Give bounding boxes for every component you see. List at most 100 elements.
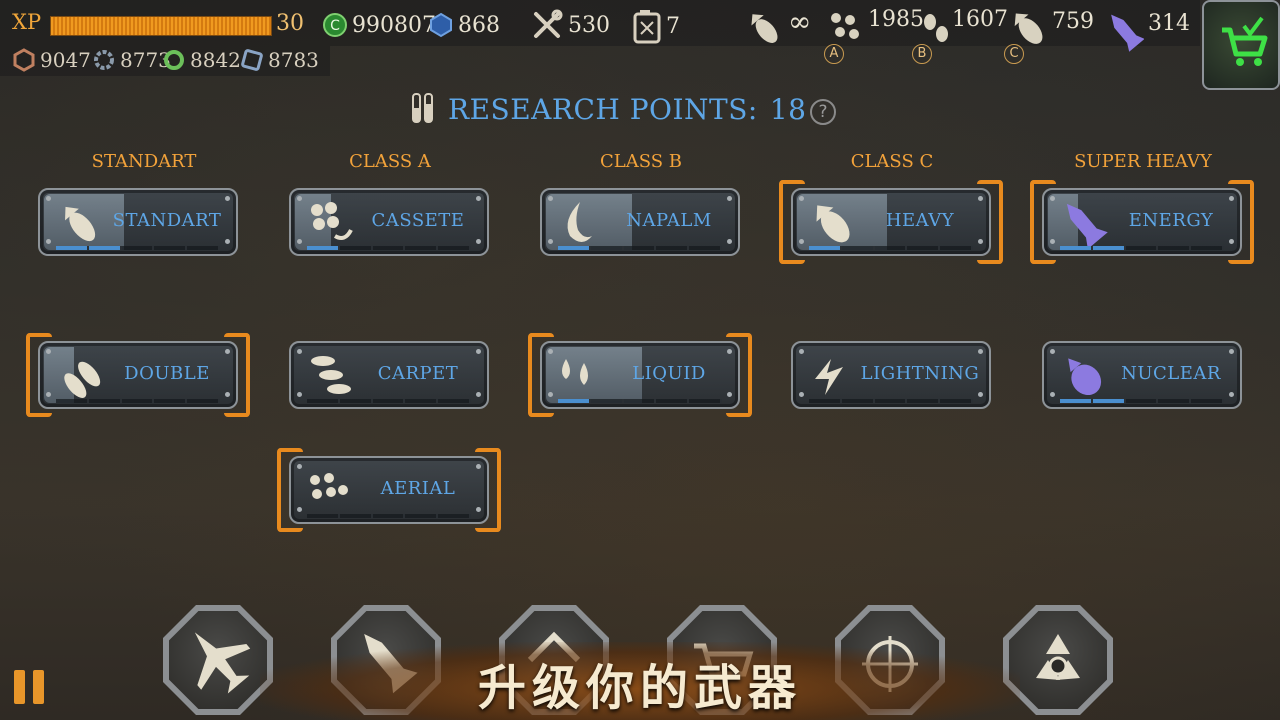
weapon-upgrade-progress: [56, 246, 220, 250]
recycle-icon: [1036, 634, 1080, 680]
material-4-value: 8783: [268, 48, 319, 72]
class-b-marker: B: [912, 44, 932, 64]
weapon-card-liquid[interactable]: LIQUID: [528, 333, 752, 417]
screw-decoration: [297, 507, 302, 512]
nuclear-bomb-icon: [1068, 358, 1102, 396]
screw-decoration: [46, 392, 51, 397]
progress-segment: [1191, 246, 1224, 250]
weapon-card-heavy[interactable]: HEAVY: [779, 180, 1003, 264]
screw-decoration: [548, 392, 553, 397]
ammo-super-stat: 314: [1104, 8, 1190, 52]
tools-value: 530: [568, 12, 610, 38]
column-class-c: CLASS C: [850, 151, 934, 172]
screw-decoration: [978, 196, 983, 201]
credits-stat: C 990807: [322, 12, 436, 38]
nav-aircraft-button[interactable]: [163, 605, 273, 715]
progress-segment: [809, 246, 842, 250]
xp-label: XP: [12, 10, 42, 34]
screw-decoration: [799, 196, 804, 201]
pause-button[interactable]: [14, 670, 48, 704]
material-4-stat: 8783: [240, 48, 319, 72]
progress-segment: [624, 246, 657, 250]
progress-segment: [875, 399, 908, 403]
weapon-card-standart[interactable]: STANDART: [38, 188, 238, 256]
heavy-bomb-icon: [816, 205, 850, 243]
carpet-bomb-icon: [311, 356, 351, 394]
research-points-value: 18: [769, 92, 807, 126]
weapon-label: STANDART: [112, 210, 222, 231]
screw-decoration: [476, 507, 481, 512]
weapon-upgrade-progress: [1060, 399, 1224, 403]
progress-segment: [1158, 246, 1192, 250]
progress-segment: [591, 399, 624, 403]
progress-segment: [122, 246, 155, 250]
credits-value: 990807: [352, 12, 436, 38]
progress-segment: [373, 246, 406, 250]
progress-segment: [154, 246, 188, 250]
pause-bar: [14, 670, 25, 704]
double-bomb-icon: [64, 361, 101, 398]
progress-segment: [340, 399, 373, 403]
weapon-card-nuclear[interactable]: NUCLEAR: [1042, 341, 1242, 409]
progress-segment: [1092, 399, 1126, 403]
weapon-label: NUCLEAR: [1121, 363, 1221, 384]
progress-segment: [624, 399, 657, 403]
research-points: RESEARCH POINTS: 18: [410, 92, 806, 126]
weapon-card-lightning[interactable]: LIGHTNING: [791, 341, 991, 409]
progress-segment: [656, 399, 690, 403]
progress-segment: [307, 399, 340, 403]
progress-segment: [187, 246, 220, 250]
pause-bar: [33, 670, 44, 704]
weapon-label: DOUBLE: [124, 363, 210, 384]
screw-decoration: [1229, 392, 1234, 397]
progress-segment: [405, 399, 439, 403]
tools-stat: 530: [530, 8, 610, 42]
ammo-a-stat: 1985: [826, 7, 924, 48]
screw-decoration: [476, 239, 481, 244]
bomb-icon: [751, 14, 778, 43]
progress-segment: [56, 246, 89, 250]
screw-decoration: [1229, 196, 1234, 201]
progress-segment: [842, 399, 875, 403]
shop-cart-button[interactable]: [1202, 0, 1280, 90]
weapon-card-aerial[interactable]: AERIAL: [277, 448, 501, 532]
energy-missile-icon: [1111, 14, 1144, 52]
screw-decoration: [476, 392, 481, 397]
screw-decoration: [727, 239, 732, 244]
weapon-card-napalm[interactable]: NAPALM: [540, 188, 740, 256]
progress-segment: [940, 399, 973, 403]
screw-decoration: [978, 349, 983, 354]
lightning-icon: [815, 359, 843, 395]
progress-segment: [438, 514, 471, 518]
screw-decoration: [476, 349, 481, 354]
weapon-label: HEAVY: [885, 210, 955, 231]
help-button[interactable]: ?: [810, 99, 836, 125]
fuel-value: 7: [666, 13, 680, 39]
weapon-card-double[interactable]: DOUBLE: [26, 333, 250, 417]
screw-decoration: [799, 239, 804, 244]
ammo-b-value: 1607: [952, 6, 1008, 32]
weapon-card-energy[interactable]: ENERGY: [1030, 180, 1254, 264]
column-standart: STANDART: [91, 151, 197, 172]
screw-decoration: [225, 239, 230, 244]
material-3-value: 8842: [190, 48, 241, 72]
progress-segment: [875, 246, 908, 250]
gems-stat: 868: [428, 12, 500, 38]
cluster-bomb-icon: [831, 13, 859, 39]
progress-segment: [1126, 399, 1159, 403]
weapon-card-cassete[interactable]: CASSETE: [289, 188, 489, 256]
svg-text:C: C: [330, 18, 340, 34]
cluster-bomb-icon: [311, 202, 353, 240]
screw-decoration: [1050, 349, 1055, 354]
screw-decoration: [548, 349, 553, 354]
weapon-label: NAPALM: [626, 210, 712, 231]
weapon-card-carpet[interactable]: CARPET: [289, 341, 489, 409]
screw-decoration: [297, 349, 302, 354]
column-super-heavy: SUPER HEAVY: [1074, 151, 1212, 172]
weapon-label: LIQUID: [632, 363, 706, 384]
weapon-upgrade-progress: [1060, 246, 1224, 250]
gear-icon: [94, 50, 114, 70]
screw-decoration: [297, 239, 302, 244]
progress-segment: [656, 246, 690, 250]
cart-icon: [1222, 16, 1268, 66]
